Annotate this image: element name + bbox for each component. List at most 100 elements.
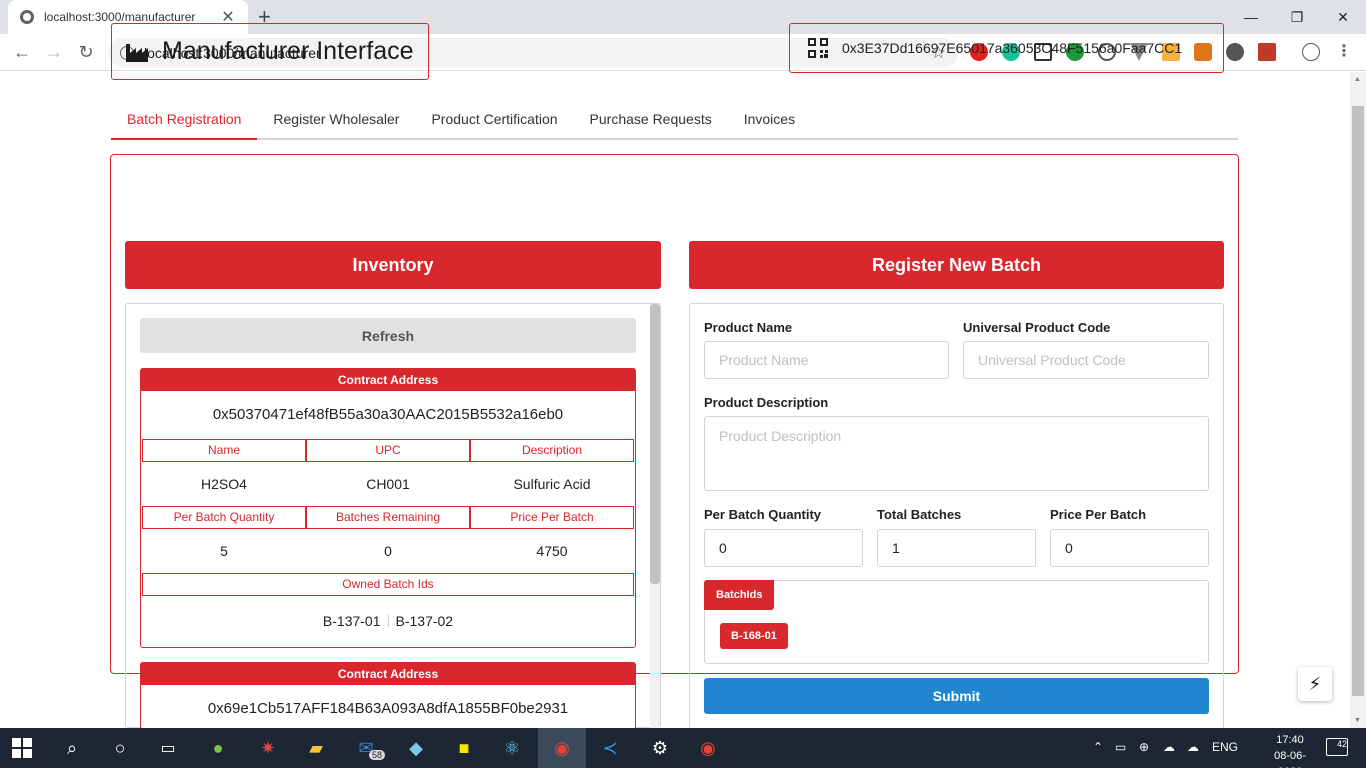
chevron-up-icon[interactable]: ⌃ [1093, 740, 1103, 754]
clock-time: 17:40 [1276, 734, 1304, 746]
batch-id-chip: B-168-01 [720, 623, 788, 649]
refresh-button[interactable]: Refresh [140, 318, 636, 353]
upc-label: UPC [306, 439, 470, 462]
chrome-menu-icon[interactable]: ⋮ [1336, 41, 1352, 61]
reload-icon[interactable]: ↻ [74, 40, 98, 64]
brand-header: Manufacturer Interface [111, 23, 429, 80]
restore-icon[interactable]: ❐ [1274, 0, 1320, 34]
upc-value: CH001 [366, 476, 410, 492]
batches-remaining-label: Batches Remaining [306, 506, 470, 529]
factory-icon [126, 43, 148, 62]
search-icon[interactable]: ⌕ [60, 736, 84, 760]
owned-batch-ids: B-137-01 B-137-02 [141, 596, 635, 646]
batch-ids-segment [704, 580, 1209, 664]
window-controls: — ❐ ✕ [1228, 0, 1366, 34]
price-per-batch-label: Price Per Batch [1050, 507, 1147, 522]
submit-button[interactable]: Submit [704, 678, 1209, 714]
inventory-scrollbar[interactable] [650, 304, 660, 728]
tab-register-wholesaler[interactable]: Register Wholesaler [257, 101, 415, 140]
upc-input[interactable] [963, 341, 1209, 379]
tab-purchase-requests[interactable]: Purchase Requests [574, 101, 728, 140]
file-explorer-icon[interactable]: ▰ [304, 736, 328, 760]
back-icon[interactable]: ← [10, 40, 34, 64]
card-values-row-2: 5 0 4750 [141, 529, 635, 573]
tab-product-certification[interactable]: Product Certification [415, 101, 573, 140]
utorrent-icon[interactable]: ● [206, 736, 230, 760]
tab-invoices[interactable]: Invoices [728, 101, 811, 140]
account-address: 0x3E37Dd16697E65017a36053C48F5156a0Faa7C… [842, 40, 1183, 56]
per-batch-quantity-input[interactable] [704, 529, 863, 567]
name-label: Name [142, 439, 306, 462]
per-batch-quantity-value: 5 [220, 543, 228, 559]
tab-batch-registration[interactable]: Batch Registration [111, 101, 258, 140]
card-labels-row-2: Per Batch Quantity Batches Remaining Pri… [141, 506, 635, 529]
profile-avatar-icon[interactable] [1302, 43, 1320, 61]
atom-icon[interactable]: ⚛ [500, 736, 524, 760]
windows-taskbar: ⌕ ○ ▭ ● ✷ ▰ ✉ 58 ◆ ■ ⚛ ◉ ≺ ⚙ ◉ ⌃ ▭ ⊕ ☁ ☁… [0, 728, 1366, 778]
scroll-up-icon[interactable]: ▲ [1354, 76, 1361, 83]
register-batch-header: Register New Batch [689, 241, 1224, 289]
price-per-batch-label: Price Per Batch [470, 506, 634, 529]
lightning-icon[interactable]: ⚡ [1298, 667, 1332, 701]
total-batches-label: Total Batches [877, 507, 962, 522]
contract-address-label: Contract Address [141, 663, 635, 685]
settings-gear-icon[interactable]: ⚙ [648, 736, 672, 760]
web-app-icon[interactable]: ✷ [256, 736, 280, 760]
per-batch-quantity-label: Per Batch Quantity [142, 506, 306, 529]
language-indicator[interactable]: ENG [1212, 740, 1238, 754]
task-view-icon[interactable]: ▭ [156, 736, 180, 760]
windows-start-icon[interactable] [12, 738, 32, 758]
chrome-icon[interactable]: ◉ [696, 736, 720, 760]
scroll-down-icon[interactable]: ▼ [1354, 717, 1361, 724]
product-name-input[interactable] [704, 341, 949, 379]
upc-label: Universal Product Code [963, 320, 1111, 335]
page-scrollbar-thumb[interactable] [1352, 106, 1364, 696]
page-scrollbar[interactable]: ▲ ▼ [1350, 72, 1366, 728]
close-window-icon[interactable]: ✕ [1320, 0, 1366, 34]
page-title: Manufacturer Interface [162, 37, 414, 65]
price-per-batch-value: 4750 [536, 543, 568, 559]
contract-address: 0x50370471ef48fB55a30a30AAC2015B5532a16e… [212, 406, 564, 423]
contract-address: 0x69e1Cb517AFF184B63A093A8dfA1855BF0be29… [207, 700, 569, 717]
contract-address-label: Contract Address [141, 369, 635, 391]
divider [387, 615, 389, 627]
inventory-card: Contract Address 0x50370471ef48fB55a30a3… [140, 368, 636, 648]
clock-date: 08-06-2020 [1274, 750, 1306, 778]
cloud-icon[interactable]: ☁ [1163, 740, 1175, 754]
cloud-upload-icon[interactable]: ☁ [1187, 740, 1199, 754]
card-values-row-1: H2SO4 CH001 Sulfuric Acid [141, 462, 635, 506]
card-labels-row-1: Name UPC Description [141, 439, 635, 462]
batch-ids-label: BatchIds [704, 580, 775, 610]
owned-batch-id: B-137-01 [322, 613, 381, 629]
battery-icon[interactable]: ▭ [1115, 740, 1126, 754]
tab-title: localhost:3000/manufacturer [44, 10, 196, 24]
system-clock[interactable]: 17:40 08-06-2020 [1262, 732, 1318, 780]
product-name-label: Product Name [704, 320, 793, 335]
inventory-header: Inventory [125, 241, 661, 289]
price-per-batch-input[interactable] [1050, 529, 1209, 567]
product-description-label: Product Description [704, 395, 829, 410]
chrome-icon[interactable]: ◉ [550, 736, 574, 760]
notification-count: 42 [1336, 739, 1347, 749]
network-icon[interactable]: ⊕ [1139, 740, 1149, 754]
globe-icon [20, 10, 34, 24]
inventory-scrollbar-thumb[interactable] [650, 304, 660, 584]
owned-batch-ids-label: Owned Batch Ids [142, 573, 634, 596]
notification-icon[interactable]: 42 [1326, 738, 1348, 756]
paint-icon[interactable]: ◆ [404, 736, 428, 760]
description-value: Sulfuric Acid [513, 476, 591, 492]
cortana-icon[interactable]: ○ [108, 736, 132, 760]
minimize-icon[interactable]: — [1228, 0, 1274, 34]
total-batches-input[interactable] [877, 529, 1036, 567]
batches-remaining-value: 0 [384, 543, 392, 559]
dark-extension-icon[interactable] [1226, 43, 1244, 61]
forward-icon[interactable]: → [42, 40, 66, 64]
qr-code-icon [808, 38, 828, 58]
vscode-icon[interactable]: ≺ [598, 736, 622, 760]
main-tabs: Batch Registration Register Wholesaler P… [111, 101, 1238, 140]
owned-batch-id: B-137-02 [395, 613, 454, 629]
sticky-notes-icon[interactable]: ■ [452, 736, 476, 760]
red-extension-icon[interactable] [1258, 43, 1276, 61]
product-description-textarea[interactable] [704, 416, 1209, 491]
description-label: Description [470, 439, 634, 462]
